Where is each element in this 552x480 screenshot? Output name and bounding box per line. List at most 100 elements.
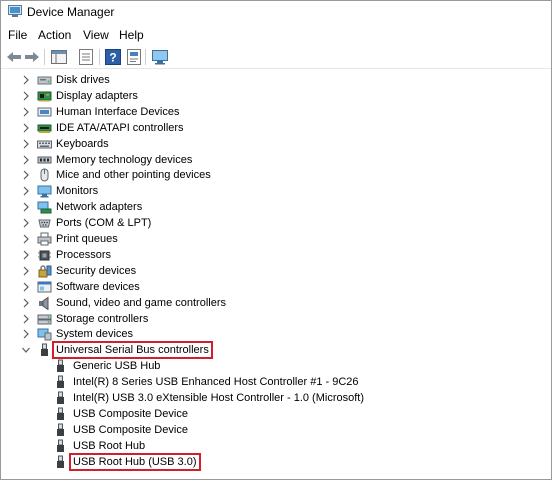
expand-chevron-icon[interactable] xyxy=(21,169,31,181)
collapse-chevron-icon[interactable] xyxy=(21,344,31,356)
device-label: Intel(R) USB 3.0 eXtensible Host Control… xyxy=(73,392,364,404)
window-title: Device Manager xyxy=(27,5,115,19)
menu-action[interactable]: Action xyxy=(38,28,71,42)
device-manager-window: Device Manager File Action View Help ? D… xyxy=(0,0,552,480)
help-icon[interactable]: ? xyxy=(104,48,122,66)
expand-chevron-icon[interactable] xyxy=(21,265,31,277)
expand-chevron-icon[interactable] xyxy=(21,313,31,325)
system-icon xyxy=(37,327,52,341)
properties-sheet-icon[interactable] xyxy=(125,48,143,66)
software-icon xyxy=(37,280,52,294)
category-label: Keyboards xyxy=(56,137,109,150)
console-tree-icon[interactable] xyxy=(50,48,68,66)
device-label: USB Composite Device xyxy=(73,423,188,436)
usb-device-icon xyxy=(53,455,68,469)
usb-controllers-highlight xyxy=(52,341,213,360)
expand-chevron-icon[interactable] xyxy=(21,185,31,197)
usb-icon xyxy=(37,343,52,357)
expand-chevron-icon[interactable] xyxy=(21,74,31,86)
tree-category-row[interactable]: Network adapters xyxy=(1,199,551,215)
forward-icon[interactable] xyxy=(23,48,41,66)
category-label: IDE ATA/ATAPI controllers xyxy=(56,121,184,134)
expand-chevron-icon[interactable] xyxy=(21,281,31,293)
svg-text:?: ? xyxy=(109,51,116,65)
expand-chevron-icon[interactable] xyxy=(21,122,31,134)
expand-chevron-icon[interactable] xyxy=(21,233,31,245)
title-bar: Device Manager xyxy=(1,1,551,23)
monitor-icon[interactable] xyxy=(151,48,169,66)
category-label: Security devices xyxy=(56,264,137,277)
expand-chevron-icon[interactable] xyxy=(21,201,31,213)
category-label: Monitors xyxy=(56,185,99,198)
tree-category-row[interactable]: Memory technology devices xyxy=(1,152,551,168)
usb-device-row[interactable]: USB Root Hub (USB 3.0) xyxy=(1,452,551,471)
tree-category-row[interactable]: System devices xyxy=(1,326,551,342)
category-label: Network adapters xyxy=(56,201,143,214)
tree-category-row[interactable]: Ports (COM & LPT) xyxy=(1,215,551,231)
category-label: Human Interface Devices xyxy=(56,105,180,118)
expand-chevron-icon[interactable] xyxy=(21,249,31,261)
toolbar: ? xyxy=(1,45,551,69)
tree-category-row[interactable]: Keyboards xyxy=(1,136,551,152)
category-label: Disk drives xyxy=(56,74,110,86)
expand-chevron-icon[interactable] xyxy=(21,154,31,166)
usb-device-icon xyxy=(53,391,68,405)
expand-chevron-icon[interactable] xyxy=(21,217,31,229)
tree-category-row[interactable]: Monitors xyxy=(1,183,551,199)
port-icon xyxy=(37,216,52,230)
menu-file[interactable]: File xyxy=(8,28,27,42)
tree-category-row[interactable]: Processors xyxy=(1,247,551,263)
device-label: Intel(R) 8 Series USB Enhanced Host Cont… xyxy=(73,376,359,389)
tree-category-row[interactable]: Sound, video and game controllers xyxy=(1,295,551,311)
expand-chevron-icon[interactable] xyxy=(21,328,31,340)
monitor-icon xyxy=(37,184,52,198)
properties-icon[interactable] xyxy=(77,48,95,66)
usb-device-icon xyxy=(53,375,68,389)
expand-chevron-icon[interactable] xyxy=(21,138,31,150)
tree-category-row[interactable]: Software devices xyxy=(1,279,551,295)
display-adapter-icon xyxy=(37,89,52,103)
category-label: Processors xyxy=(56,248,112,261)
usb-device-row[interactable]: Generic USB Hub xyxy=(1,358,551,374)
category-label: Sound, video and game controllers xyxy=(56,296,226,309)
category-label: Print queues xyxy=(56,233,118,245)
category-label: Memory technology devices xyxy=(56,153,193,166)
usb-device-row[interactable]: USB Composite Device xyxy=(1,422,551,438)
usb-device-row[interactable]: USB Composite Device xyxy=(1,406,551,422)
tree-category-row[interactable]: Human Interface Devices xyxy=(1,104,551,120)
usb-device-icon xyxy=(53,359,68,373)
ide-controller-icon xyxy=(37,121,52,135)
storage-icon xyxy=(37,312,52,326)
tree-category-row[interactable]: IDE ATA/ATAPI controllers xyxy=(1,120,551,136)
sound-icon xyxy=(37,296,52,311)
expand-chevron-icon[interactable] xyxy=(21,106,31,118)
tree-category-usb[interactable]: Universal Serial Bus controllers xyxy=(1,341,551,360)
menu-help[interactable]: Help xyxy=(119,28,144,42)
usb-device-icon xyxy=(53,439,68,453)
toolbar-separator xyxy=(44,49,45,65)
hid-icon xyxy=(37,105,52,119)
device-label: USB Composite Device xyxy=(73,407,188,420)
disk-drive-icon xyxy=(37,73,52,87)
usb-device-row[interactable]: Intel(R) 8 Series USB Enhanced Host Cont… xyxy=(1,374,551,390)
tree-category-row[interactable]: Disk drives xyxy=(1,72,551,88)
tree-category-row[interactable]: Display adapters xyxy=(1,88,551,104)
menu-bar: File Action View Help xyxy=(1,25,551,45)
tree-category-row[interactable]: Mice and other pointing devices xyxy=(1,167,551,183)
usb-device-row[interactable]: Intel(R) USB 3.0 eXtensible Host Control… xyxy=(1,390,551,406)
usb-root-hub-3-highlight xyxy=(69,452,201,471)
expand-chevron-icon[interactable] xyxy=(21,90,31,102)
usb-device-icon xyxy=(53,407,68,421)
tree-category-row[interactable]: Print queues xyxy=(1,231,551,247)
tree-category-row[interactable]: Storage controllers xyxy=(1,311,551,327)
tree-category-row[interactable]: Security devices xyxy=(1,263,551,279)
mouse-icon xyxy=(37,168,52,182)
menu-view[interactable]: View xyxy=(83,28,109,42)
category-label: Ports (COM & LPT) xyxy=(56,217,152,230)
back-icon[interactable] xyxy=(5,48,23,66)
category-label: System devices xyxy=(56,328,134,341)
usb-device-row[interactable]: USB Root Hub xyxy=(1,438,551,454)
expand-chevron-icon[interactable] xyxy=(21,297,31,309)
toolbar-separator xyxy=(145,49,146,65)
processor-icon xyxy=(37,248,52,262)
